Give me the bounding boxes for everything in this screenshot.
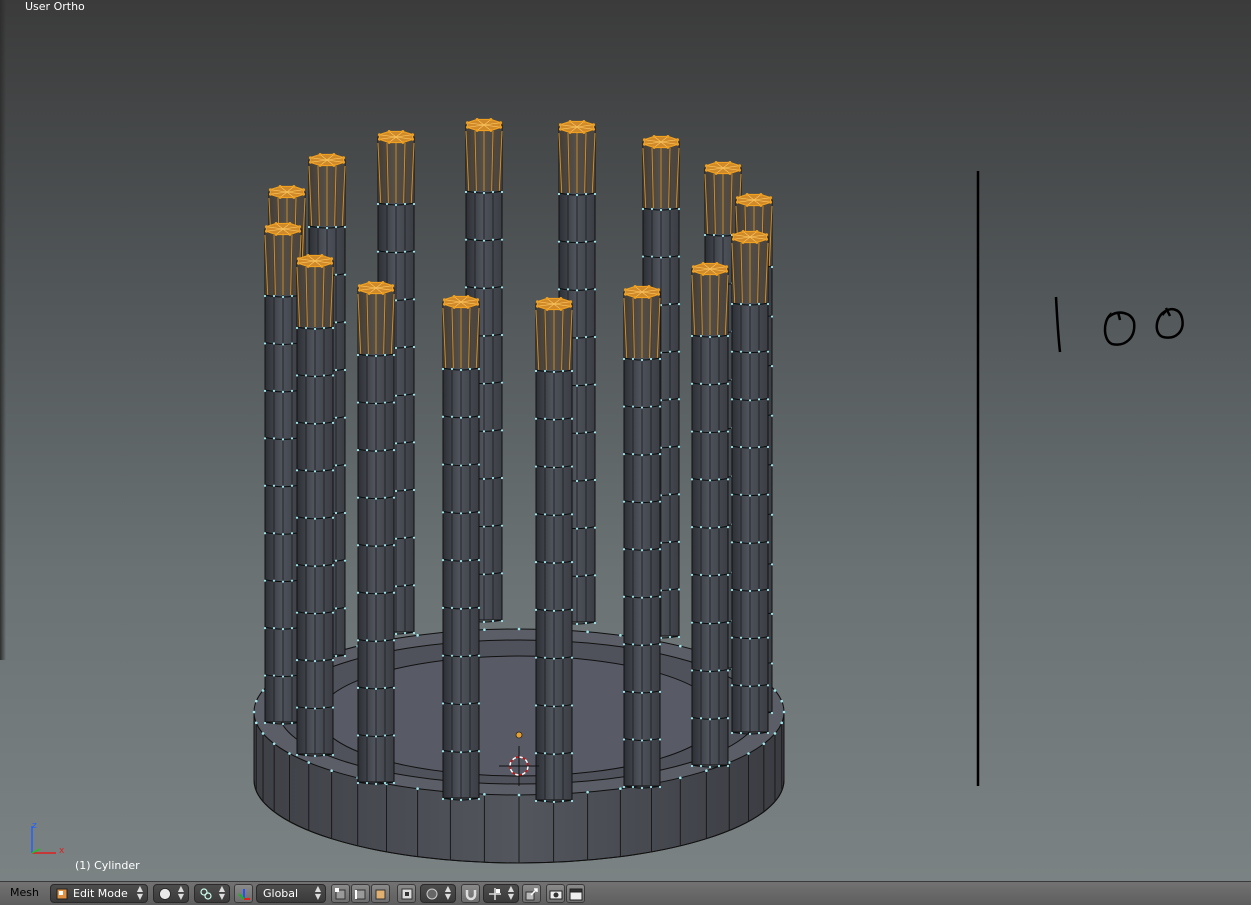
snap-element-icon: [489, 888, 501, 900]
edge-select-icon: [355, 889, 366, 900]
mode-selector-label: Edit Mode: [73, 887, 128, 900]
mode-selector-arrows-icon: ▲ ▼: [136, 884, 143, 901]
snap-target-button[interactable]: [522, 884, 541, 903]
vertex-select-icon: [335, 888, 346, 900]
proportional-arrows-icon: ▲ ▼: [444, 884, 451, 901]
transform-orientation-label: Global: [263, 887, 299, 900]
object-origin-icon: [515, 731, 523, 739]
pivot-point-selector[interactable]: ▲ ▼: [194, 884, 230, 903]
viewport-shading-selector[interactable]: ▲ ▼: [153, 884, 189, 903]
axis-x-label: x: [59, 846, 65, 856]
mesh-scene[interactable]: 100: [0, 0, 1251, 881]
manipulator-icon: [238, 889, 250, 900]
snap-target-icon: [525, 888, 538, 901]
mode-selector[interactable]: Edit Mode ▲ ▼: [50, 884, 148, 903]
proportional-edit-icon: [426, 888, 438, 900]
edit-mode-icon: [56, 888, 68, 900]
snap-element-selector[interactable]: ▲ ▼: [483, 884, 519, 903]
axis-z-label: z: [32, 821, 37, 831]
pillar[interactable]: [295, 254, 335, 758]
mesh-menu[interactable]: Mesh: [10, 886, 39, 905]
pillar[interactable]: [534, 297, 574, 804]
3d-viewport[interactable]: User Ortho 100 z x (1) Cylinder: [0, 0, 1251, 881]
vertex-select-mode-button[interactable]: [331, 884, 350, 903]
clapper-icon: [569, 888, 583, 901]
proportional-edit-selector[interactable]: ▲ ▼: [420, 884, 456, 903]
pivot-point-icon: [200, 888, 212, 900]
solid-sphere-icon: [159, 888, 171, 900]
face-select-mode-button[interactable]: [371, 884, 390, 903]
pillar[interactable]: [622, 285, 662, 790]
magnet-icon: [465, 890, 477, 901]
pillar[interactable]: [730, 230, 770, 736]
camera-icon: [549, 890, 563, 900]
edge-select-mode-button[interactable]: [351, 884, 370, 903]
3d-view-header: Mesh Edit Mode ▲ ▼ ▲ ▼ ▲ ▼ Global ▲ ▼ ▲ …: [0, 881, 1251, 905]
handwriting-annotation: 100: [976, 171, 1184, 786]
handwriting-annotation-text: 100: [1050, 339, 1052, 341]
active-object-label: (1) Cylinder: [75, 859, 140, 872]
pillar[interactable]: [356, 281, 396, 786]
snap-toggle[interactable]: [461, 884, 480, 903]
pivot-arrows-icon: ▲ ▼: [218, 884, 225, 901]
snap-element-arrows-icon: ▲ ▼: [507, 884, 514, 901]
manipulator-toggle[interactable]: [234, 884, 253, 903]
pillar[interactable]: [263, 222, 303, 726]
render-opengl-animation-button[interactable]: [566, 884, 585, 903]
render-opengl-still-button[interactable]: [546, 884, 565, 903]
transform-orientation-selector[interactable]: Global ▲ ▼: [256, 884, 326, 903]
axis-orientation-widget: z x: [31, 821, 65, 856]
pillar[interactable]: [441, 295, 481, 802]
limit-selection-button[interactable]: [397, 884, 416, 903]
face-select-icon: [375, 889, 386, 900]
shading-arrows-icon: ▲ ▼: [177, 884, 184, 901]
pillar[interactable]: [690, 262, 730, 769]
orientation-arrows-icon: ▲ ▼: [314, 884, 321, 901]
limit-selection-icon: [401, 888, 413, 900]
